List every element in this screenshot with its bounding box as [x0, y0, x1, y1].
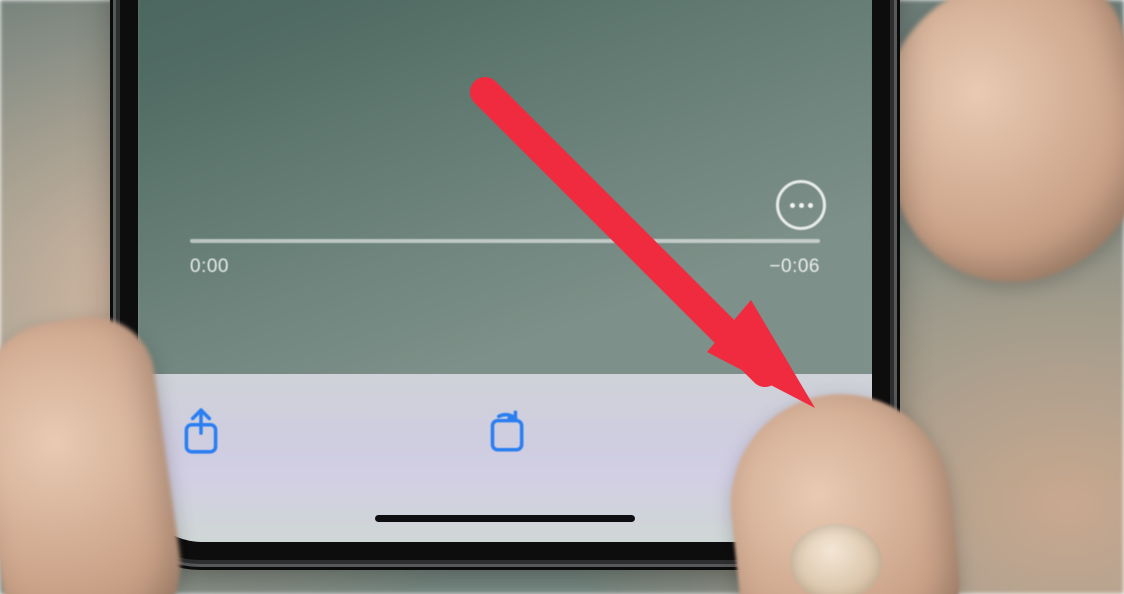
elapsed-time: 0:00 — [190, 256, 229, 278]
ellipsis-dot — [808, 203, 813, 208]
rotate-icon — [480, 406, 530, 456]
playback-scrubber[interactable] — [190, 239, 820, 243]
screenshot-stage: 0:00 −0:06 — [0, 0, 1124, 594]
home-indicator[interactable] — [375, 515, 635, 522]
ellipsis-dot — [790, 203, 795, 208]
thumbnail-nail — [790, 524, 882, 594]
rotate-button[interactable] — [480, 406, 530, 456]
ellipsis-dot — [799, 203, 804, 208]
share-icon — [176, 406, 226, 456]
remaining-time: −0:06 — [769, 256, 820, 278]
share-button[interactable] — [176, 406, 226, 456]
video-content-area — [138, 0, 872, 398]
more-options-button[interactable] — [776, 180, 826, 230]
